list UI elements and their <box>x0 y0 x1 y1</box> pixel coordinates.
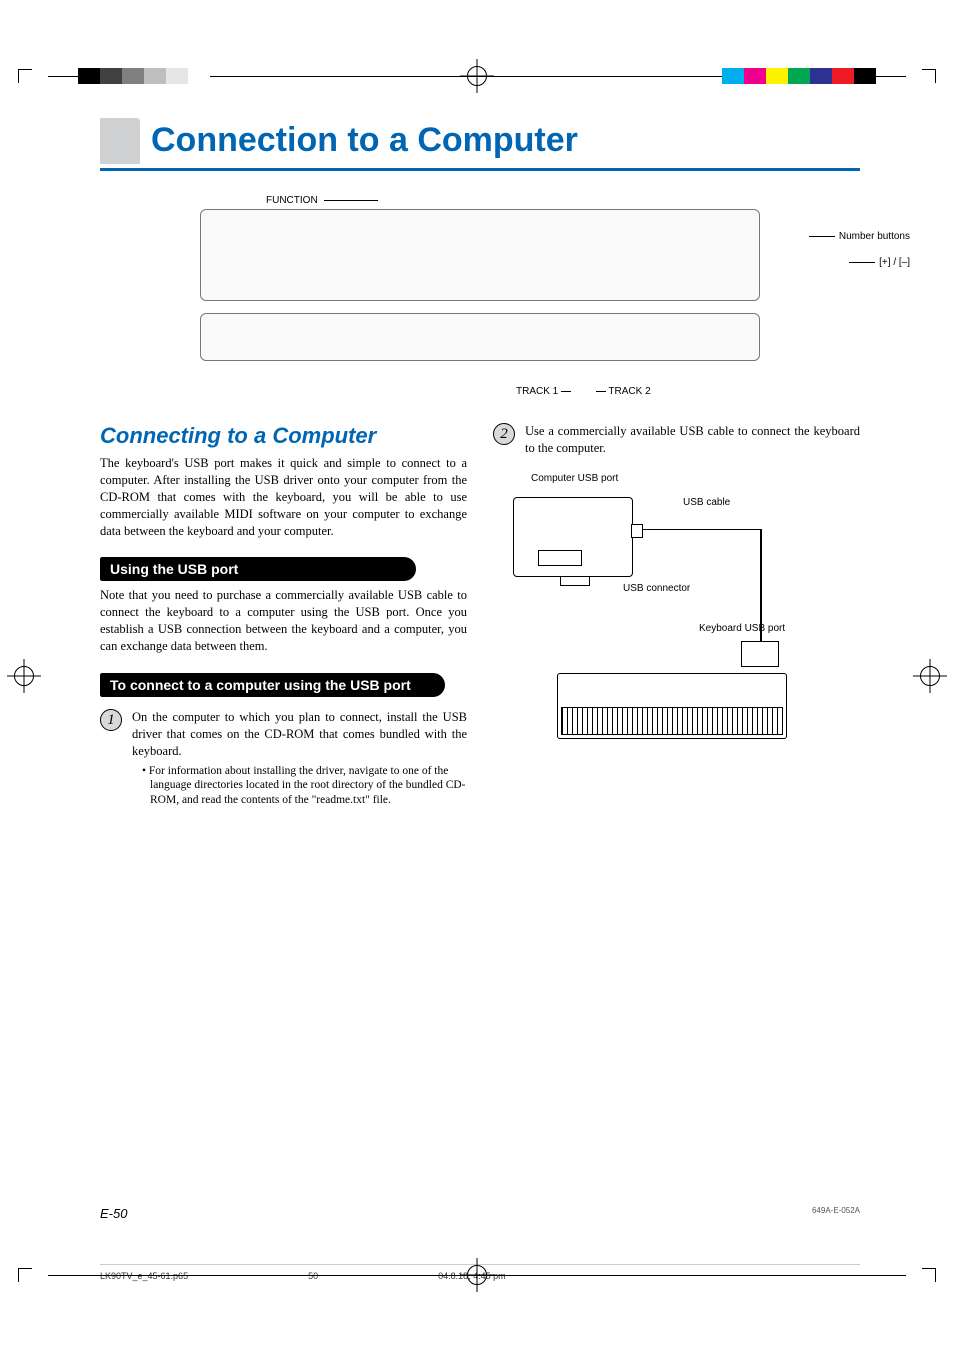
step-2-text: Use a commercially available USB cable t… <box>525 424 860 455</box>
step-1-badge: 1 <box>100 709 122 731</box>
callout-plus-minus: [+] / [–] <box>879 257 910 268</box>
label-computer-usb-port: Computer USB port <box>531 473 618 484</box>
registration-mark-icon <box>467 1265 487 1285</box>
left-column: Connecting to a Computer The keyboard's … <box>100 423 467 820</box>
section-tab-icon <box>100 118 140 164</box>
page-title: Connection to a Computer <box>151 121 578 164</box>
step-2: 2 Use a commercially available USB cable… <box>493 423 860 457</box>
section-heading-connecting: Connecting to a Computer <box>100 423 467 449</box>
callout-function: FUNCTION <box>266 195 318 206</box>
page-footer: E-50 649A-E-052A <box>100 1206 860 1221</box>
callout-number-buttons: Number buttons <box>839 231 910 242</box>
subhead-to-connect: To connect to a computer using the USB p… <box>100 673 445 697</box>
top-crop-bar <box>0 46 954 106</box>
step-1-text: On the computer to which you plan to con… <box>132 709 467 760</box>
right-column: 2 Use a commercially available USB cable… <box>493 423 860 820</box>
grayscale-swatches <box>78 68 210 84</box>
page-number: E-50 <box>100 1206 127 1221</box>
registration-mark-icon <box>14 666 34 686</box>
registration-mark-icon <box>920 666 940 686</box>
step-1: 1 On the computer to which you plan to c… <box>100 709 467 808</box>
page-title-block: Connection to a Computer <box>100 118 860 171</box>
keyboard-usb-port-icon <box>741 641 779 667</box>
label-usb-cable: USB cable <box>683 497 730 508</box>
label-usb-connector: USB connector <box>623 583 690 594</box>
cmyk-swatches <box>722 68 876 84</box>
step-2-badge: 2 <box>493 423 515 445</box>
callout-track2: TRACK 2 <box>608 386 650 397</box>
callout-track1: TRACK 1 <box>516 386 558 397</box>
using-usb-paragraph: Note that you need to purchase a commerc… <box>100 587 467 655</box>
registration-mark-icon <box>467 66 487 86</box>
intro-paragraph: The keyboard's USB port makes it quick a… <box>100 455 467 539</box>
usb-cable-icon <box>641 529 761 531</box>
doc-code: 649A-E-052A <box>812 1206 860 1221</box>
step-1-bullet: For information about installing the dri… <box>142 764 467 809</box>
bottom-crop-bar <box>0 1245 954 1305</box>
page-content: Connection to a Computer FUNCTION Number… <box>100 118 860 820</box>
usb-connection-diagram: Computer USB port USB cable USB connecto… <box>513 473 813 773</box>
computer-icon <box>513 497 633 577</box>
instrument-panel-diagram: FUNCTION Number buttons [+] / [–] TRACK … <box>160 195 800 395</box>
label-keyboard-usb-port: Keyboard USB port <box>699 623 785 634</box>
subhead-using-usb: Using the USB port <box>100 557 416 581</box>
